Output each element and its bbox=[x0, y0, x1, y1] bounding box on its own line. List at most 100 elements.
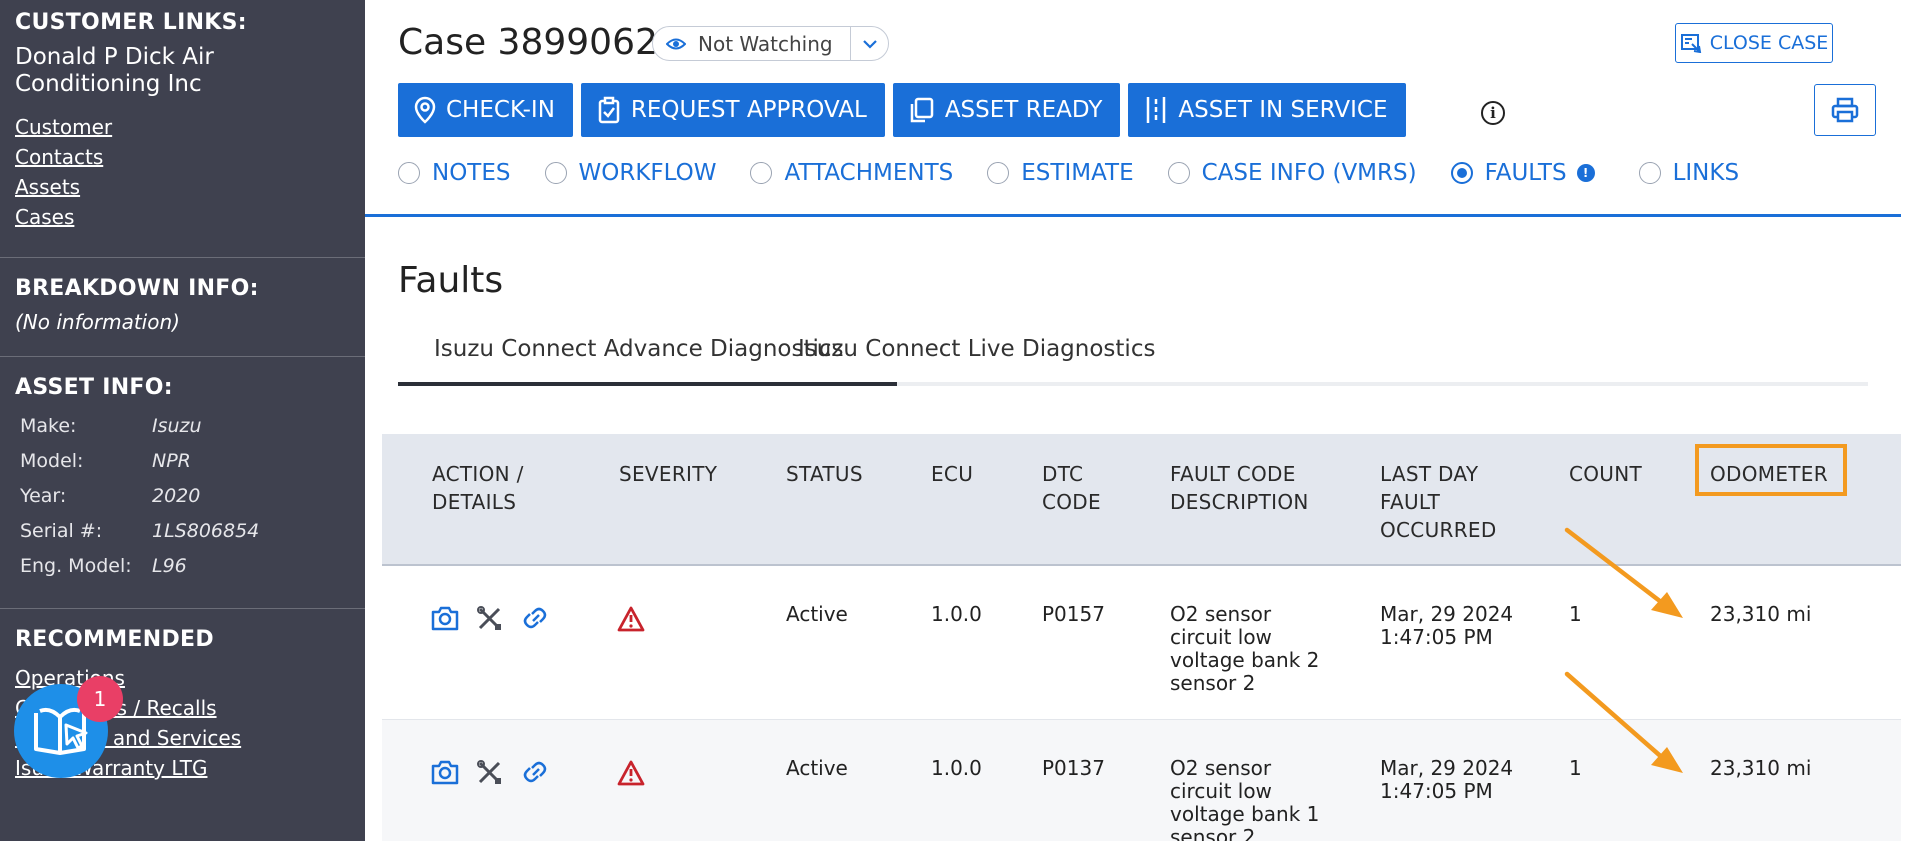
table-header: ACTION / DETAILS SEVERITY STATUS ECU DTC… bbox=[382, 434, 1901, 566]
tab-label: LINKS bbox=[1672, 160, 1740, 186]
breakdown-value: (No information) bbox=[15, 310, 180, 334]
clipboard-check-icon bbox=[598, 96, 620, 124]
tab-label: WORKFLOW bbox=[578, 160, 717, 186]
info-icon[interactable]: i bbox=[1481, 101, 1505, 125]
close-case-button[interactable]: CLOSE CASE bbox=[1675, 23, 1833, 63]
tab-advance-diagnostics[interactable]: Isuzu Connect Advance Diagnostics bbox=[434, 336, 844, 362]
highlight-box bbox=[1695, 444, 1847, 496]
asset-ready-label: ASSET READY bbox=[944, 97, 1103, 123]
row-actions bbox=[430, 758, 550, 786]
tab-faults[interactable]: FAULTS! bbox=[1450, 160, 1595, 186]
odometer-cell: 23,310 mi bbox=[1710, 602, 1812, 626]
warning-triangle-icon bbox=[617, 606, 645, 632]
column-header: STATUS bbox=[786, 462, 863, 486]
asset-value: Isuzu bbox=[152, 415, 202, 437]
print-button[interactable] bbox=[1814, 84, 1876, 136]
warning-triangle-icon bbox=[617, 760, 645, 786]
breakdown-heading: BREAKDOWN INFO: bbox=[15, 276, 259, 301]
column-header: ECU bbox=[931, 462, 974, 486]
asset-ready-button[interactable]: ASSET READY bbox=[892, 83, 1121, 137]
company-name: Donald P Dick Air Conditioning Inc bbox=[15, 44, 214, 97]
sidebar-link-customer[interactable]: Customer bbox=[15, 112, 350, 142]
description-cell: O2 sensor circuit low voltage bank 1 sen… bbox=[1170, 756, 1320, 841]
radio-icon bbox=[398, 162, 420, 184]
camera-icon[interactable] bbox=[430, 758, 460, 786]
active-tab-indicator bbox=[398, 382, 897, 386]
asset-label: Serial #: bbox=[20, 520, 103, 542]
column-header: FAULT CODE DESCRIPTION bbox=[1170, 462, 1309, 514]
printer-icon bbox=[1831, 97, 1859, 123]
column-header: LAST DAY FAULT OCCURRED bbox=[1380, 462, 1497, 542]
asset-in-service-button[interactable]: ASSET IN SERVICE bbox=[1128, 83, 1406, 137]
sidebar-link-assets[interactable]: Assets bbox=[15, 172, 350, 202]
tools-icon[interactable] bbox=[475, 604, 505, 632]
last-day-cell: Mar, 29 2024 1:47:05 PM bbox=[1380, 602, 1514, 649]
recommended-heading: RECOMMENDED bbox=[15, 627, 214, 652]
camera-icon[interactable] bbox=[430, 604, 460, 632]
eye-icon bbox=[666, 37, 686, 51]
location-pin-icon bbox=[414, 96, 436, 124]
sidebar-link-contacts[interactable]: Contacts bbox=[15, 142, 350, 172]
link-icon[interactable] bbox=[520, 758, 550, 786]
main-content: Case 3899062 Not Watching CLOSE CASE CHE… bbox=[365, 0, 1920, 841]
column-header: SEVERITY bbox=[619, 462, 718, 486]
faults-title: Faults bbox=[398, 260, 504, 301]
notification-badge: 1 bbox=[77, 676, 123, 722]
radio-icon bbox=[987, 162, 1010, 184]
status-cell: Active bbox=[786, 756, 848, 780]
radio-icon bbox=[750, 162, 773, 184]
row-actions bbox=[430, 604, 550, 632]
request-approval-button[interactable]: REQUEST APPROVAL bbox=[580, 83, 885, 137]
tab-notes[interactable]: NOTES bbox=[398, 160, 511, 186]
asset-value: 2020 bbox=[152, 485, 201, 507]
asset-label: Year: bbox=[20, 485, 67, 507]
asset-value: NPR bbox=[152, 450, 191, 472]
ecu-cell: 1.0.0 bbox=[931, 602, 982, 626]
radio-selected-icon bbox=[1450, 162, 1473, 184]
count-cell: 1 bbox=[1569, 756, 1582, 780]
asset-value: 1LS806854 bbox=[152, 520, 260, 542]
tab-label: NOTES bbox=[432, 160, 511, 186]
asset-info-heading: ASSET INFO: bbox=[15, 375, 173, 400]
tab-label: CASE INFO (VMRS) bbox=[1201, 160, 1417, 186]
asset-value: L96 bbox=[152, 555, 187, 577]
alert-icon: ! bbox=[1576, 164, 1595, 182]
customer-links-heading: CUSTOMER LINKS: bbox=[15, 10, 247, 35]
asset-in-service-label: ASSET IN SERVICE bbox=[1178, 97, 1388, 123]
ecu-cell: 1.0.0 bbox=[931, 756, 982, 780]
tools-icon[interactable] bbox=[475, 758, 505, 786]
asset-label: Model: bbox=[20, 450, 84, 472]
case-tabs: NOTES WORKFLOW ATTACHMENTS ESTIMATE CASE… bbox=[398, 160, 1773, 186]
tab-label: FAULTS bbox=[1484, 160, 1567, 186]
request-approval-label: REQUEST APPROVAL bbox=[630, 97, 867, 123]
asset-label: Make: bbox=[20, 415, 77, 437]
column-header: DTC CODE bbox=[1042, 462, 1101, 514]
close-case-label: CLOSE CASE bbox=[1709, 32, 1829, 54]
tab-live-diagnostics[interactable]: Isuzu Connect Live Diagnostics bbox=[798, 336, 1155, 362]
tab-links[interactable]: LINKS bbox=[1638, 160, 1740, 186]
divider bbox=[850, 27, 851, 60]
tab-workflow[interactable]: WORKFLOW bbox=[544, 160, 717, 186]
tab-estimate[interactable]: ESTIMATE bbox=[987, 160, 1134, 186]
tab-label: ATTACHMENTS bbox=[784, 160, 954, 186]
column-header: COUNT bbox=[1569, 462, 1643, 486]
watch-toggle[interactable]: Not Watching bbox=[652, 26, 889, 61]
asset-info-table: Make: Isuzu Model: NPR Year: 2020 Serial #:… bbox=[20, 409, 350, 584]
asset-ready-icon bbox=[910, 97, 934, 123]
link-icon[interactable] bbox=[520, 604, 550, 632]
last-day-cell: Mar, 29 2024 1:47:05 PM bbox=[1380, 756, 1514, 803]
dtc-cell: P0137 bbox=[1042, 756, 1105, 780]
status-cell: Active bbox=[786, 602, 848, 626]
sidebar-link-cases[interactable]: Cases bbox=[15, 202, 350, 232]
tab-attachments[interactable]: ATTACHMENTS bbox=[750, 160, 953, 186]
tab-label: ESTIMATE bbox=[1021, 160, 1134, 186]
table-row: Active 1.0.0 P0137 O2 sensor circuit low… bbox=[382, 720, 1901, 841]
chevron-down-icon[interactable] bbox=[861, 35, 879, 53]
description-cell: O2 sensor circuit low voltage bank 2 sen… bbox=[1170, 602, 1320, 695]
odometer-cell: 23,310 mi bbox=[1710, 756, 1812, 780]
watch-label: Not Watching bbox=[698, 31, 833, 56]
tab-case-info[interactable]: CASE INFO (VMRS) bbox=[1167, 160, 1417, 186]
radio-icon bbox=[544, 162, 567, 184]
divider bbox=[365, 214, 1901, 217]
check-in-button[interactable]: CHECK-IN bbox=[398, 83, 573, 137]
